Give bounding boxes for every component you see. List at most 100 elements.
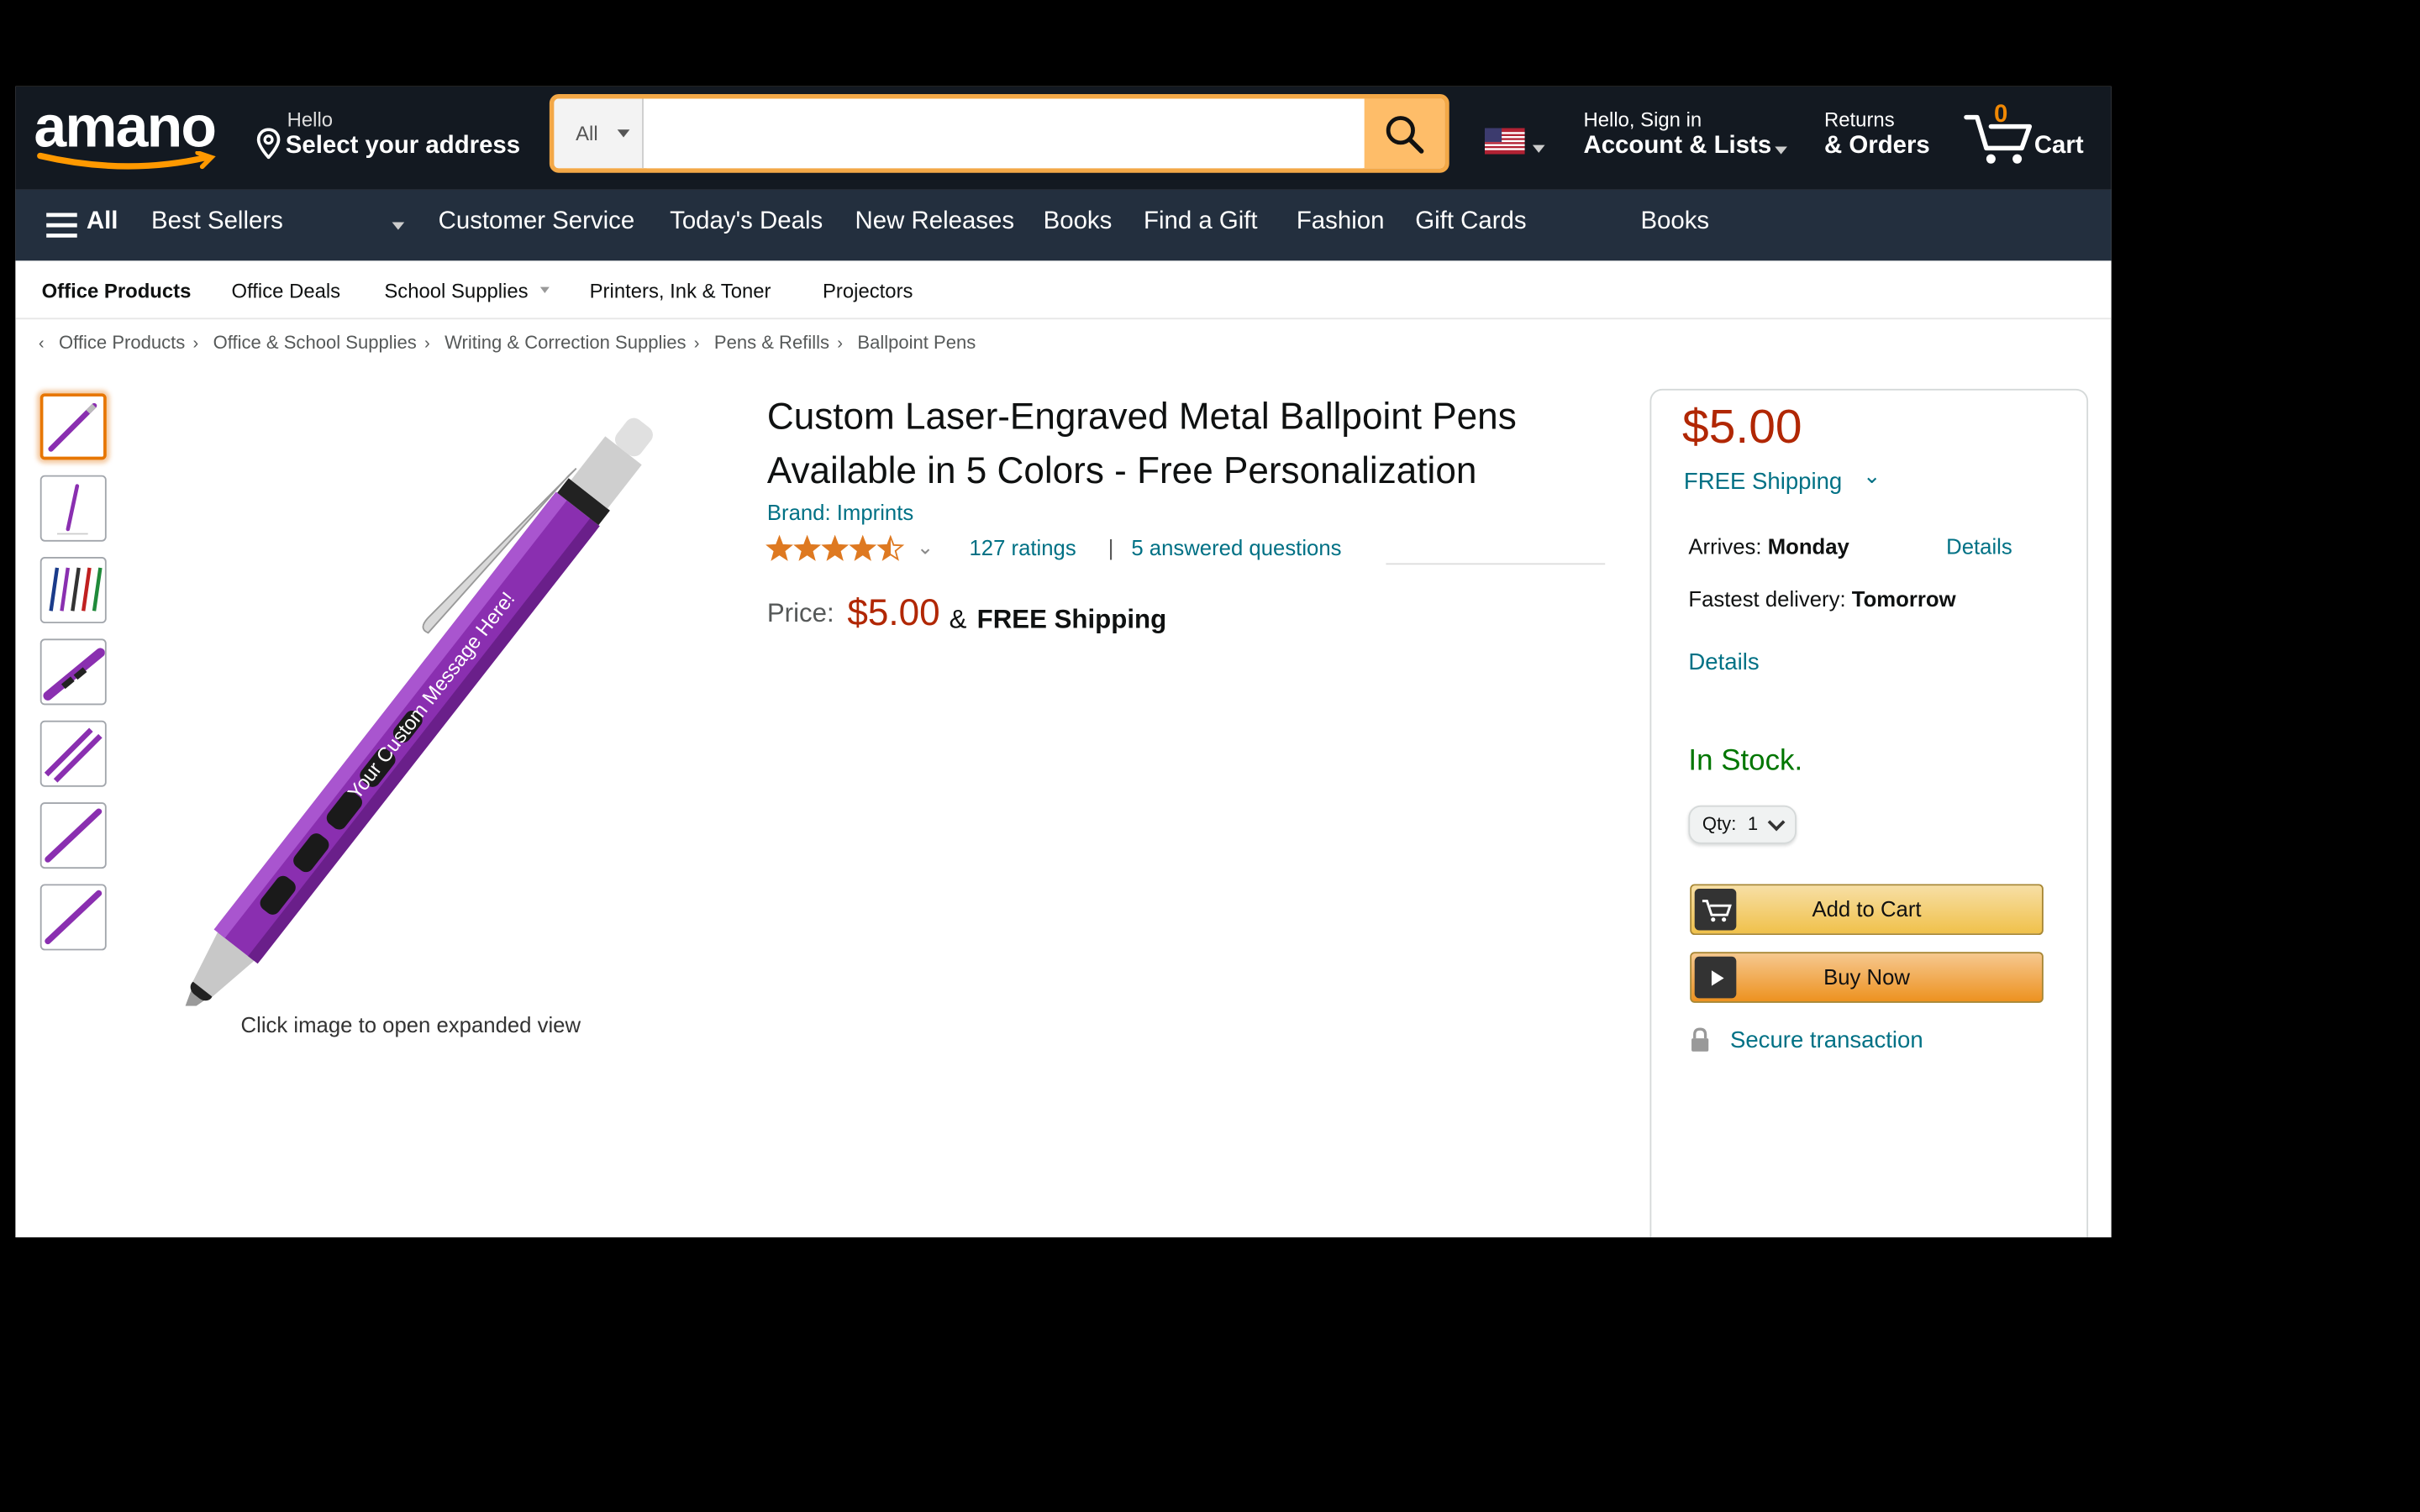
all-menu-button[interactable]: All xyxy=(43,208,135,242)
thumbnail-3[interactable] xyxy=(39,557,107,624)
thumbnail-6[interactable] xyxy=(39,802,107,869)
search-category-dropdown[interactable]: All xyxy=(554,98,644,169)
caret-down-icon[interactable] xyxy=(392,222,405,230)
search-button[interactable] xyxy=(1364,98,1445,169)
arrives-day: Monday xyxy=(1767,533,1849,559)
divider xyxy=(1386,563,1606,565)
fastest-label: Fastest delivery: xyxy=(1688,585,1846,612)
ampersand: & xyxy=(949,605,967,634)
cart-icon xyxy=(1694,888,1737,931)
pens-colors-thumbnail-icon xyxy=(49,567,103,612)
caret-down-icon xyxy=(617,129,630,138)
deliver-to[interactable]: Hello Select your address xyxy=(253,108,531,170)
subnav-office-products[interactable]: Office Products xyxy=(42,279,192,302)
answered-questions-link[interactable]: 5 answered questions xyxy=(1131,535,1341,559)
breadcrumb-item[interactable]: Office & School Supplies xyxy=(213,332,417,354)
returns-orders[interactable]: Returns & Orders xyxy=(1821,107,1944,171)
breadcrumb-item[interactable]: Ballpoint Pens xyxy=(857,332,976,354)
nav-find-a-gift[interactable]: Find a Gift xyxy=(1144,208,1258,236)
star-rating[interactable] xyxy=(765,534,935,565)
chevron-right-icon: › xyxy=(837,334,844,354)
arrives-details-link[interactable]: Details xyxy=(1946,534,2012,559)
chevron-down-icon xyxy=(1767,813,1786,832)
search-icon xyxy=(1386,115,1424,153)
nav-fashion[interactable]: Fashion xyxy=(1297,208,1385,236)
chevron-right-icon: › xyxy=(693,334,700,354)
star-icon xyxy=(849,534,877,561)
pen-pair-thumbnail-icon xyxy=(44,727,103,783)
nav-best-sellers[interactable]: Best Sellers xyxy=(151,208,283,236)
ratings-link[interactable]: 127 ratings xyxy=(969,535,1076,559)
qty-value: 1 xyxy=(1747,812,1759,835)
main-product-image[interactable]: Your Custom Message Here! xyxy=(114,389,747,1016)
nav-books-promo[interactable]: Books xyxy=(1640,208,1709,236)
account-lists[interactable]: Hello, Sign in Account & Lists xyxy=(1581,107,1797,171)
qty-label: Qty: xyxy=(1702,812,1737,835)
fastest-delivery-row: Fastest delivery: Tomorrow xyxy=(1688,586,1955,611)
nav-books[interactable]: Books xyxy=(1044,208,1113,236)
nav-gift-cards[interactable]: Gift Cards xyxy=(1415,208,1526,236)
product-title-line2: Available in 5 Colors - Free Personaliza… xyxy=(766,450,1477,492)
subnav-projectors[interactable]: Projectors xyxy=(823,279,913,302)
caret-down-icon xyxy=(1775,146,1787,155)
logo-smile-icon xyxy=(37,151,216,170)
quantity-select[interactable]: Qty: 1 xyxy=(1688,805,1797,844)
buy-now-button[interactable]: Buy Now xyxy=(1690,952,2044,1003)
add-to-cart-button[interactable]: Add to Cart xyxy=(1690,884,2044,936)
thumbnail-7[interactable] xyxy=(39,884,107,951)
buy-now-label: Buy Now xyxy=(1823,963,1910,990)
returns-line1: Returns xyxy=(1824,108,1895,132)
thumbnail-2[interactable] xyxy=(39,475,107,542)
pen-product-image: Your Custom Message Here! xyxy=(182,417,653,1016)
breadcrumb-item[interactable]: Writing & Correction Supplies xyxy=(445,332,686,354)
subnav-printers-ink-toner[interactable]: Printers, Ink & Toner xyxy=(590,279,771,302)
breadcrumb-item[interactable]: Office Products xyxy=(59,332,185,354)
free-shipping: FREE Shipping xyxy=(976,605,1167,634)
chevron-left-icon[interactable]: ‹ xyxy=(39,335,45,354)
thumbnail-1[interactable] xyxy=(39,393,107,460)
star-icon xyxy=(821,534,850,561)
chevron-right-icon: › xyxy=(424,334,430,354)
expanded-view-caption: Click image to open expanded view xyxy=(240,1011,581,1037)
deliver-line1: Hello xyxy=(287,108,334,132)
cart[interactable]: 0 Cart xyxy=(1963,102,2096,176)
us-flag-icon xyxy=(1484,128,1525,155)
returns-line2: & Orders xyxy=(1824,132,1930,160)
lock-icon xyxy=(1691,1027,1709,1052)
nav-customer-service[interactable]: Customer Service xyxy=(439,208,635,236)
star-rating-icon xyxy=(765,534,905,561)
pen-thumbnail-icon xyxy=(48,402,97,452)
chevron-down-icon[interactable]: ⌄ xyxy=(1863,463,1881,489)
subnav-office-deals[interactable]: Office Deals xyxy=(232,279,341,302)
chevron-right-icon: › xyxy=(192,334,199,354)
caret-down-icon xyxy=(1532,144,1545,153)
search-input[interactable] xyxy=(646,98,1363,169)
add-to-cart-label: Add to Cart xyxy=(1812,896,1922,921)
buybox-price: $5.00 xyxy=(1682,399,1802,454)
thumbnail-5[interactable] xyxy=(39,720,107,787)
product-price: $5.00 xyxy=(847,592,940,634)
deliver-line2: Select your address xyxy=(285,132,521,160)
free-shipping-link[interactable]: FREE Shipping xyxy=(1684,469,1842,495)
location-pin-icon xyxy=(256,128,281,160)
caret-down-icon[interactable] xyxy=(539,286,550,293)
chevron-down-icon[interactable]: ⌄ xyxy=(917,535,934,559)
brand-link[interactable]: Brand: Imprints xyxy=(767,500,913,524)
star-icon xyxy=(793,534,822,561)
search-bar: All xyxy=(549,94,1449,173)
secure-transaction-link[interactable]: Secure transaction xyxy=(1730,1027,1923,1053)
subnav-school-supplies[interactable]: School Supplies xyxy=(384,279,528,302)
nav-new-releases[interactable]: New Releases xyxy=(855,208,1014,236)
buy-box: $5.00 FREE Shipping ⌄ Arrives: Monday De… xyxy=(1649,388,2089,1238)
star-icon xyxy=(876,534,905,561)
hamburger-icon xyxy=(46,213,77,238)
account-line1: Hello, Sign in xyxy=(1583,108,1702,132)
language-selector[interactable] xyxy=(1479,118,1549,158)
breadcrumb-item[interactable]: Pens & Refills xyxy=(714,332,829,354)
nav-todays-deals[interactable]: Today's Deals xyxy=(670,208,823,236)
product-page: amano Hello Select your address All Hell… xyxy=(15,86,2112,1238)
thumbnail-4[interactable] xyxy=(39,638,107,706)
fastest-details-link[interactable]: Details xyxy=(1688,649,1759,675)
breadcrumb: ‹ Office Products › Office & School Suppl… xyxy=(39,328,976,356)
cart-count: 0 xyxy=(1994,102,2008,129)
